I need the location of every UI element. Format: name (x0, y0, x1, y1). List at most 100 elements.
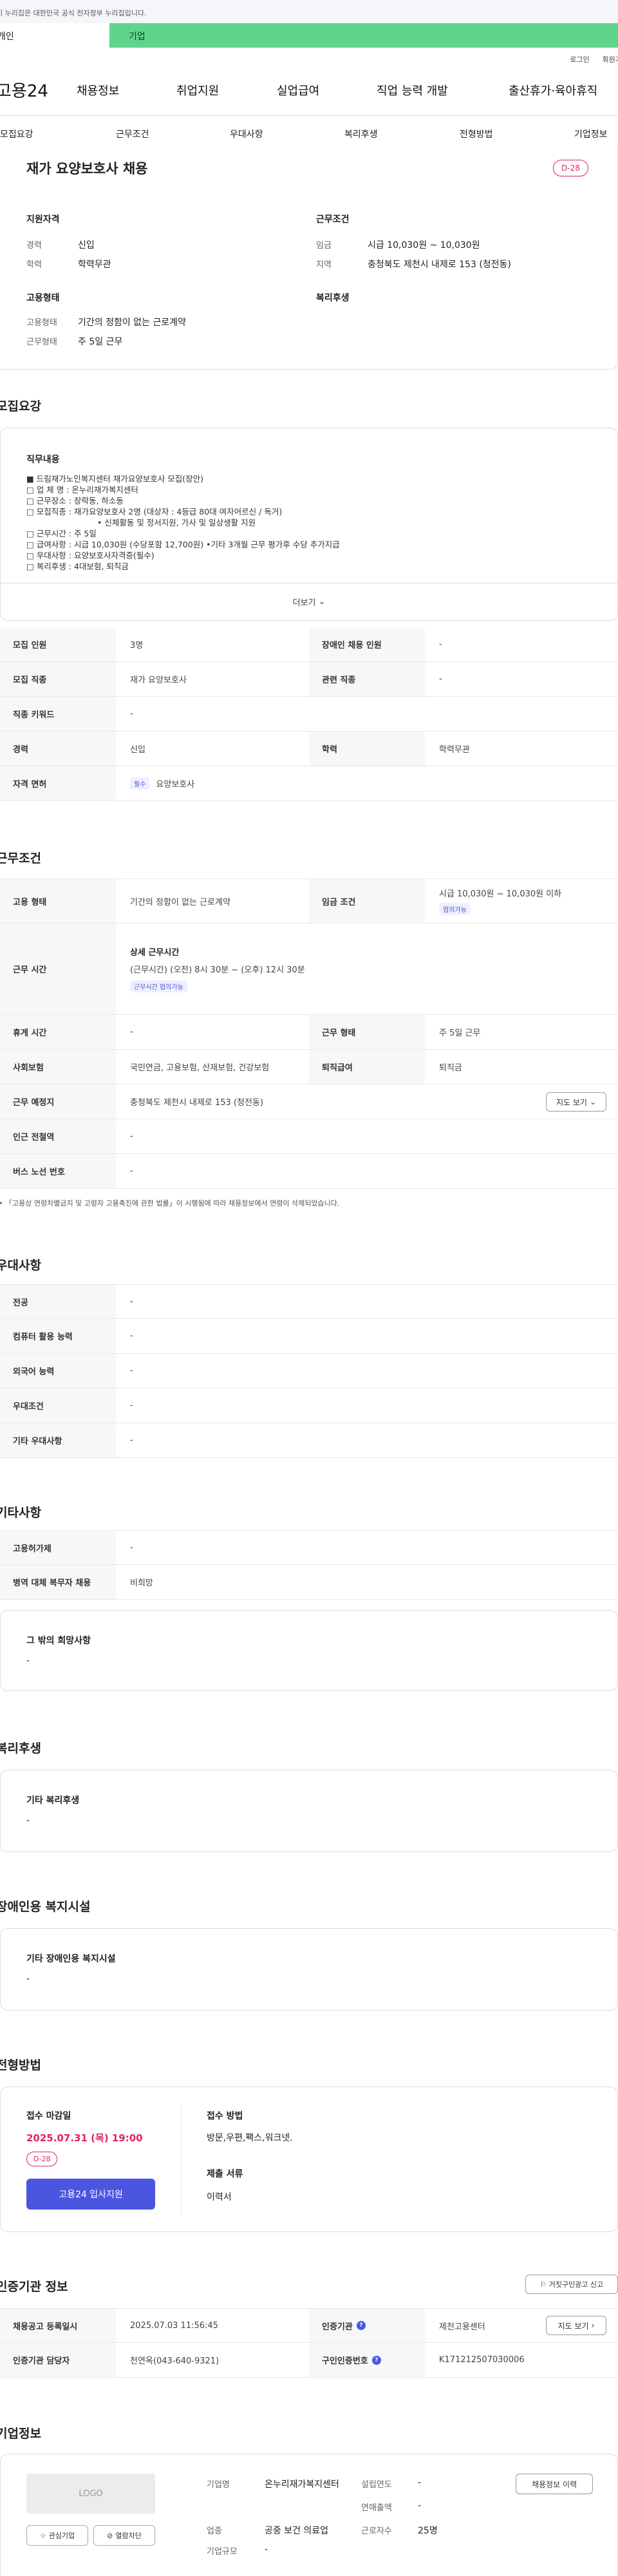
help-icon[interactable]: ? (356, 2321, 366, 2330)
tab-preference[interactable]: 우대사항 (230, 128, 344, 140)
registered-value: 2025.07.03 11:56:45 (130, 2320, 218, 2331)
duty-line: □ 모집직종 : 재가요양보호사 2명 (대상자 : 4등급 80대 여자어르신… (26, 507, 283, 516)
tab-workcond[interactable]: 근무조건 (116, 128, 230, 140)
tab-recruit[interactable]: 모집요강 (0, 128, 116, 140)
etc-row: 고용허가제 - (0, 1530, 618, 1565)
gnb-item-employment-support[interactable]: 취업지원 (176, 82, 277, 99)
block-view-button[interactable]: ⊘ 열람차단 (93, 2525, 155, 2546)
employment-type-value: 기간의 정함이 없는 근로계약 (78, 317, 186, 328)
tab-company[interactable]: 기업정보 (574, 128, 608, 140)
tab-welfare[interactable]: 복리후생 (344, 128, 460, 140)
duty-line: □ 복리후생 : 4대보험, 퇴직금 (26, 562, 129, 571)
duty-line: □ 우대사항 : 요양보호사자격증(필수) (26, 551, 154, 560)
workcond-row: 근무 예정지 충청북도 제천시 내제로 153 (청전동) (0, 1084, 618, 1119)
company-logo-placeholder: LOGO (26, 2474, 155, 2514)
workcond-row: 버스 노선 번호 - (0, 1154, 618, 1189)
workcond-row: 사회보험 국민연금, 고용보험, 산재보험, 건강보험 퇴직급여 퇴직금 (0, 1050, 618, 1084)
disabled-count-label: 장애인 채용 인원 (309, 627, 425, 661)
more-label: 더보기 (292, 598, 316, 608)
welfare-section-title: 복리후생 (0, 1741, 41, 1756)
preferred-condition-value: - (130, 1401, 133, 1410)
etc-row: 병역 대체 복무자 채용 비희망 (0, 1565, 618, 1600)
duty-line: □ 근무시간 : 주 5일 (26, 529, 97, 538)
major-label: 전공 (0, 1285, 116, 1318)
duty-title: 직무내용 (26, 455, 60, 465)
duty-line: ■ 드림재가노인복지센터 재가요양보호사 모집(장안) (26, 474, 203, 484)
pref-row: 전공 - (0, 1284, 618, 1319)
gnb-item-unemployment-benefit[interactable]: 실업급여 (277, 82, 377, 99)
favorite-company-button[interactable]: ☆ 관심기업 (26, 2525, 88, 2546)
staff-label: 근로자수 (361, 2526, 392, 2536)
industry-value: 공중 보건 의료업 (265, 2526, 329, 2536)
recruit-row: 경력 신입 학력 학력무관 (0, 732, 618, 766)
tab-selection[interactable]: 전형방법 (460, 128, 574, 140)
summary-card: 재가 요양보호사 채용 D-28 지원자격 경력 신입 학력 학력무관 근무조건… (0, 146, 618, 370)
method-title: 접수 방법 (207, 2111, 243, 2121)
preferred-condition-label: 우대조건 (0, 1388, 116, 1423)
manager-value: 천연옥(043-640-9321) (130, 2356, 220, 2366)
gov-notice-bar: 이 누리집은 대한민국 공식 전자정부 누리집입니다. (0, 0, 618, 23)
subway-value: - (130, 1132, 133, 1141)
gnb-item-parental-leave[interactable]: 출산휴가·육아휴직 (509, 82, 597, 99)
join-link[interactable]: 회원가 (603, 54, 618, 64)
age-notice-text: 「고용상 연령차별금지 및 고령자 고용촉진에 관한 법률」이 시행됨에 따라 … (5, 1199, 340, 1208)
employment-type-row-value: 기간의 정함이 없는 근로계약 (130, 897, 230, 907)
qualification-title: 지원자격 (26, 214, 60, 225)
career-row-value: 신입 (130, 745, 145, 755)
map-view-button[interactable]: 지도 보기 ⌄ (546, 1092, 606, 1112)
company-scale-value: - (265, 2544, 268, 2555)
false-ad-report-label: 거짓구인광고 신고 (548, 2280, 604, 2289)
hours-value: (근무시간) (오전) 8시 30분 ~ (오후) 12시 30분 (130, 965, 305, 975)
gov-notice-text: 이 누리집은 대한민국 공식 전자정부 누리집입니다. (0, 9, 147, 17)
education-row-value: 학력무관 (439, 745, 470, 755)
block-view-label: 열람차단 (115, 2532, 142, 2540)
gnb-item-skill-development[interactable]: 직업 능력 개발 (377, 82, 509, 99)
recruit-history-button[interactable]: 채용정보 이력 (516, 2474, 593, 2494)
career-label: 경력 (26, 241, 42, 251)
disabled-facility-section-title: 장애인용 복지시설 (0, 1900, 91, 1914)
work-shape-row-value: 주 5일 근무 (439, 1028, 481, 1038)
logo-text: LOGO (79, 2488, 103, 2499)
work-shape-label: 근무형태 (26, 337, 57, 347)
duty-line: • 신체활동 및 정서지원, 가사 및 일상생활 지원 (97, 518, 256, 527)
welfare-box: 기타 복리후생 - (0, 1770, 618, 1852)
education-label: 학력 (26, 260, 42, 270)
persona-individual-tab[interactable]: 개인 (0, 23, 109, 48)
login-link[interactable]: 로그인 (570, 54, 589, 64)
documents-value: 이력서 (207, 2192, 232, 2202)
cert-map-label: 지도 보기 (557, 2321, 589, 2331)
utility-links: 로그인 회원가 (0, 48, 618, 64)
retirement-label: 퇴직급여 (309, 1050, 425, 1084)
employment-type-row-label: 고용 형태 (0, 879, 116, 923)
disabled-facility-value: - (26, 1974, 30, 1984)
other-wish-title: 그 밖의 희망사항 (26, 1636, 91, 1646)
more-button[interactable]: 더보기 ⌄ (1, 583, 617, 620)
false-ad-report-button[interactable]: ⚐ 거짓구인광고 신고 (525, 2275, 618, 2294)
apply-button[interactable]: 고용24 입사지원 (26, 2179, 155, 2210)
industry-label: 업종 (207, 2526, 222, 2536)
other-wish-box: 그 밖의 희망사항 - (0, 1610, 618, 1691)
gnb-item-jobs[interactable]: 채용정보 (77, 82, 176, 99)
other-preference-value: - (130, 1435, 133, 1445)
hours-negotiable-badge: 근무시간 협의가능 (130, 980, 187, 992)
deadline-title: 접수 마감일 (26, 2111, 71, 2121)
language-label: 외국어 능력 (0, 1354, 116, 1388)
career-row-label: 경력 (0, 732, 116, 766)
cert-map-button[interactable]: 지도 보기 › (546, 2316, 606, 2335)
workcond-row: 인근 전철역 - (0, 1119, 618, 1154)
computer-skill-value: - (130, 1331, 133, 1341)
duty-line: □ 업 체 명 : 온누리재가복지센터 (26, 485, 138, 495)
military-service-label: 병역 대체 복무자 채용 (0, 1565, 116, 1599)
apply-button-label: 고용24 입사지원 (59, 2190, 123, 2200)
help-icon[interactable]: ? (371, 2355, 381, 2365)
persona-enterprise-tab[interactable]: 기업 (109, 23, 618, 48)
disabled-facility-box: 기타 장애인용 복지시설 - (0, 1928, 618, 2011)
bus-label: 버스 노선 번호 (0, 1154, 116, 1188)
map-view-label: 지도 보기 (556, 1097, 587, 1107)
selection-divider (181, 2107, 182, 2216)
recruit-row: 자격 면허 필수 요양보호사 (0, 766, 618, 801)
site-logo[interactable]: 고용24 (0, 78, 77, 102)
cert-number-label-cell: 구인인증번호 ? (309, 2343, 425, 2377)
welfare-title: 기타 복리후생 (26, 1795, 80, 1806)
cert-row: 인증기관 담당자 천연옥(043-640-9321) 구인인증번호 ? K171… (0, 2343, 618, 2378)
